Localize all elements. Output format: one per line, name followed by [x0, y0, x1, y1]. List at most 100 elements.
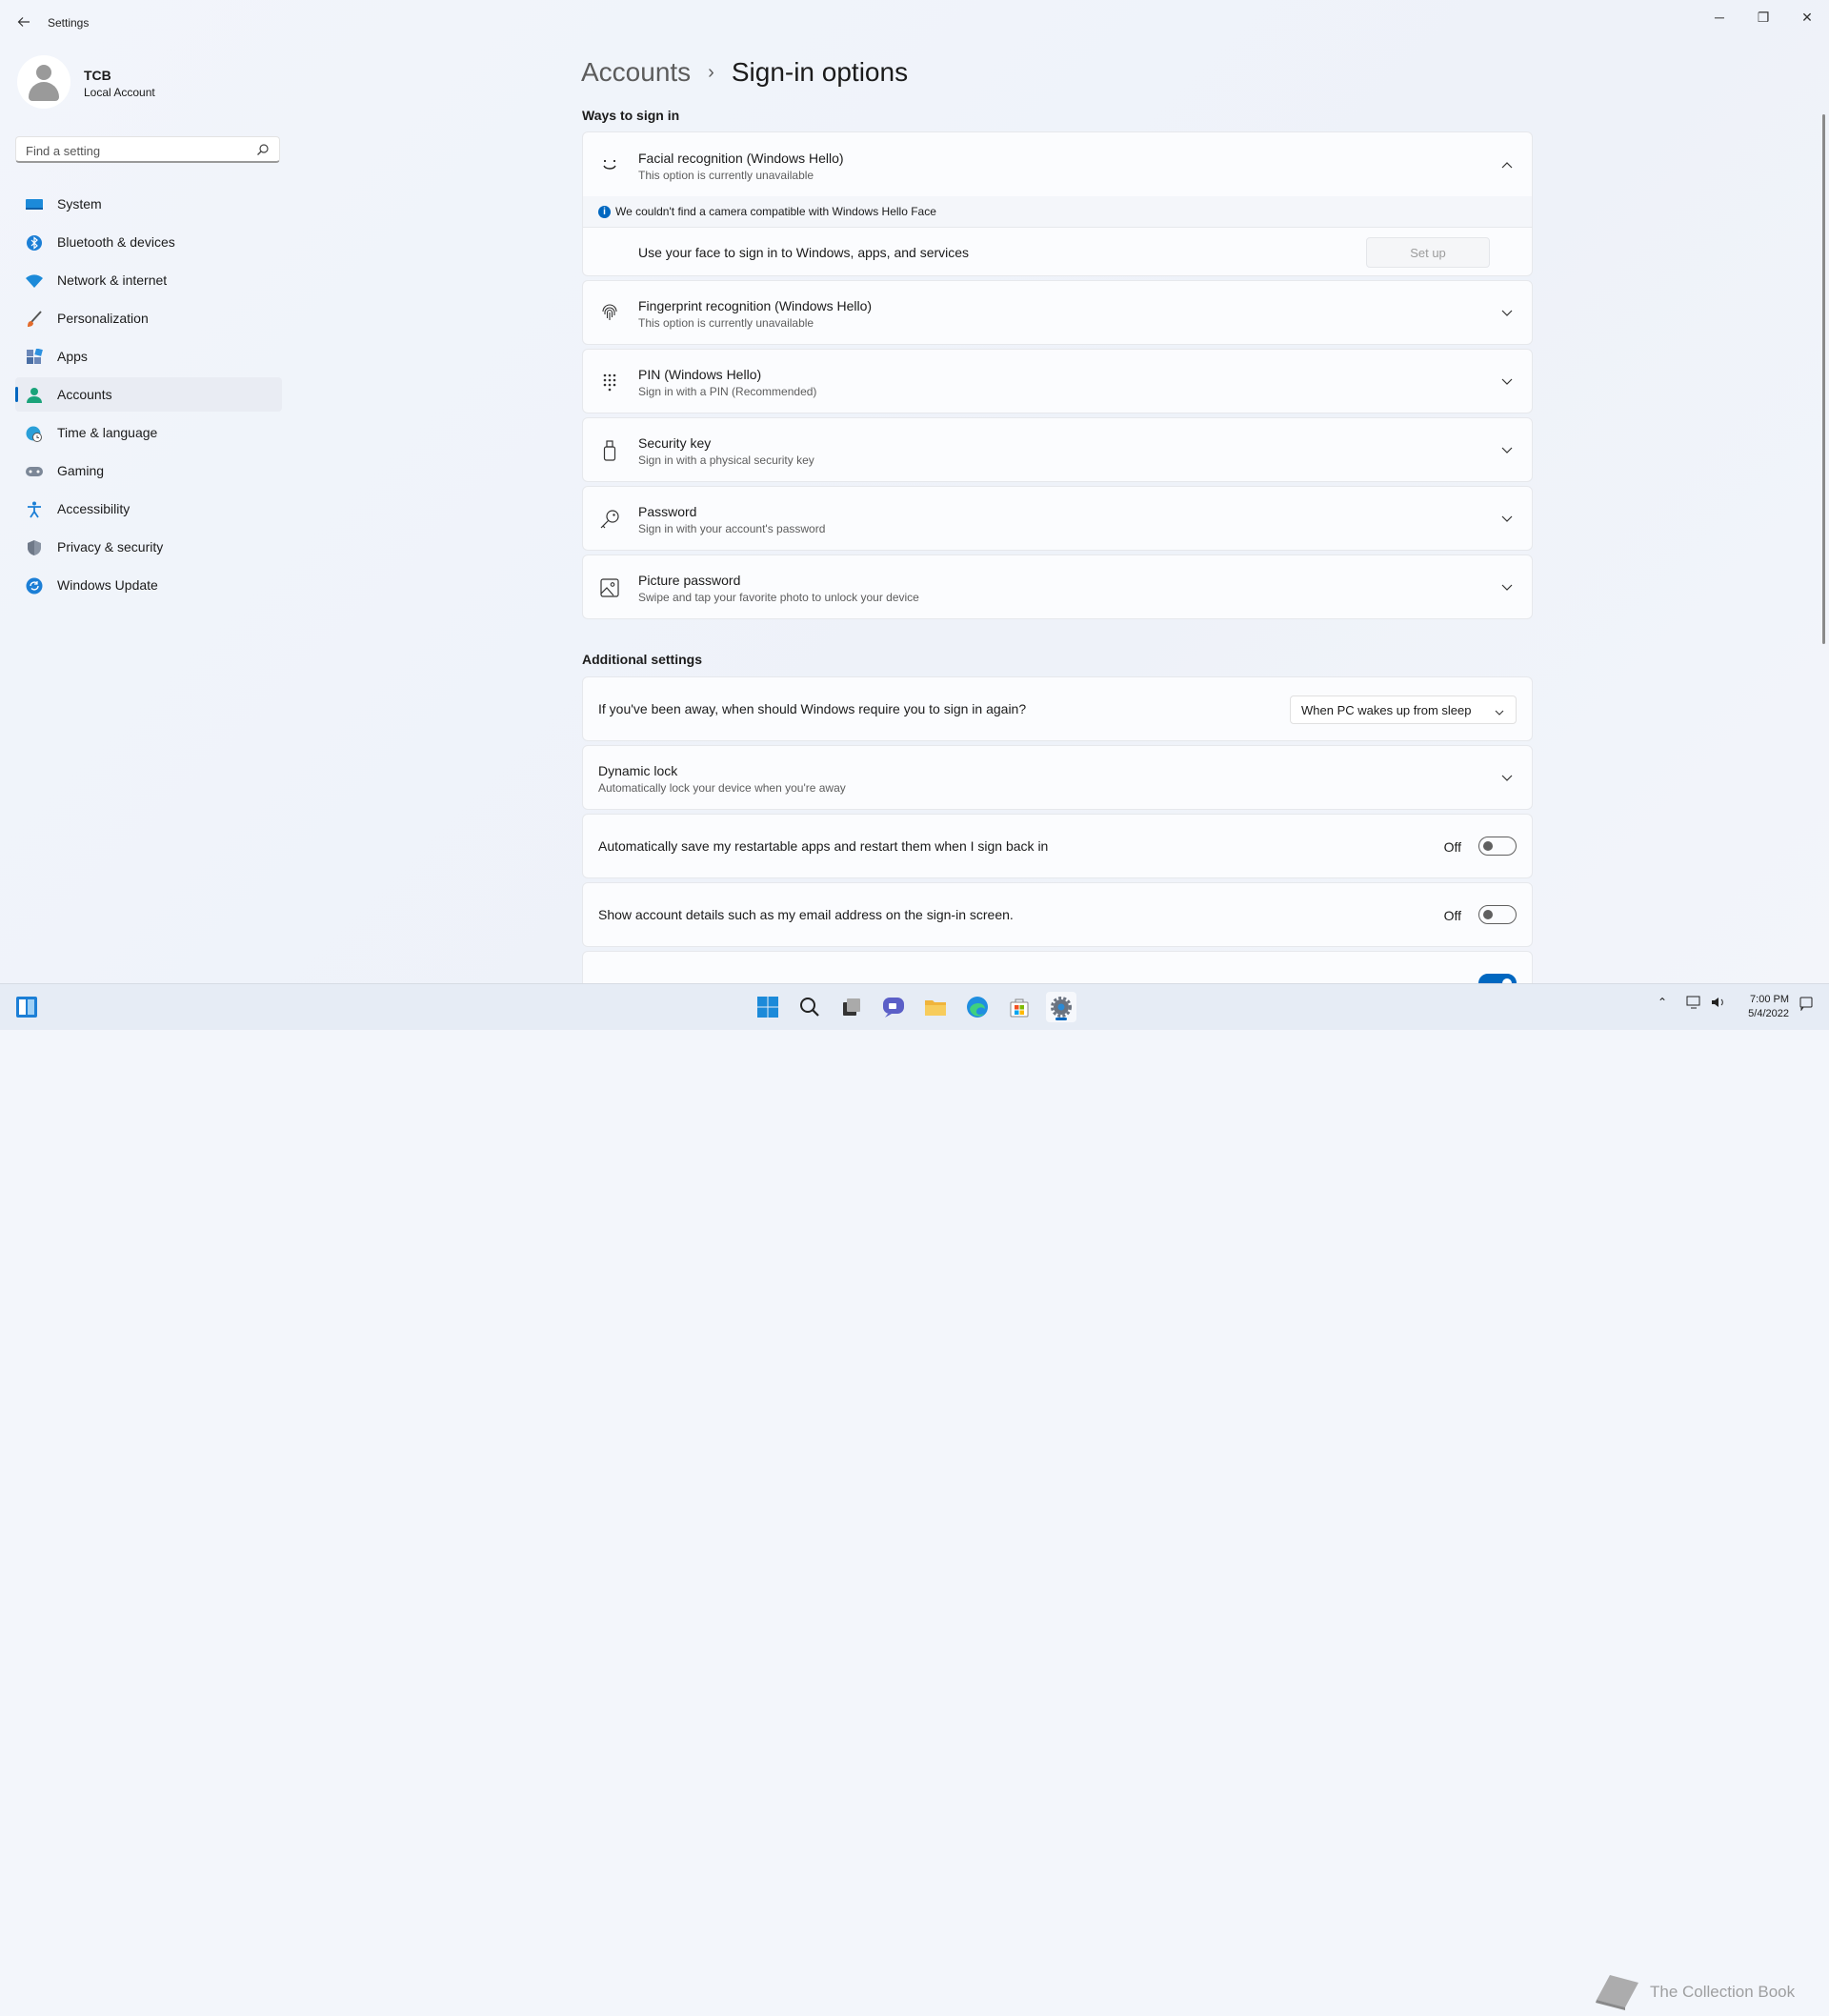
dynamic-lock-card[interactable]: Dynamic lock Automatically lock your dev…: [582, 745, 1533, 810]
chevron-down-icon: [1495, 704, 1504, 721]
start-button[interactable]: [753, 992, 783, 1022]
brush-icon: [25, 310, 44, 329]
chevron-down-icon[interactable]: [1499, 580, 1515, 595]
ways-to-sign-in-heading: Ways to sign in: [582, 108, 680, 123]
sidebar-item-label: Gaming: [57, 463, 105, 478]
setup-button[interactable]: Set up: [1366, 237, 1490, 268]
dynamic-lock-subtitle: Automatically lock your device when you'…: [598, 781, 846, 795]
system-icon: [25, 195, 44, 214]
volume-tray-icon[interactable]: [1711, 996, 1726, 1012]
fingerprint-title: Fingerprint recognition (Windows Hello): [638, 298, 873, 313]
edge-button[interactable]: [962, 992, 993, 1022]
watermark-text: The Collection Book: [1650, 1983, 1796, 2001]
minimize-button[interactable]: ─: [1698, 4, 1741, 30]
sidebar-item-system[interactable]: System: [15, 187, 282, 221]
chevron-down-icon[interactable]: [1499, 512, 1515, 527]
account-details-card: Show account details such as my email ad…: [582, 882, 1533, 947]
clock-time: 7:00 PM: [1750, 994, 1789, 1005]
require-signin-dropdown[interactable]: When PC wakes up from sleep: [1290, 696, 1517, 724]
search-icon: [800, 998, 819, 1017]
search-input[interactable]: [16, 137, 247, 164]
close-button[interactable]: ✕: [1785, 4, 1829, 30]
scrollbar[interactable]: [1822, 114, 1825, 644]
sidebar-item-bluetooth[interactable]: Bluetooth & devices: [15, 225, 282, 259]
settings-taskbar-button[interactable]: [1046, 992, 1076, 1022]
account-details-toggle[interactable]: [1478, 905, 1517, 924]
sidebar-item-privacy-security[interactable]: Privacy & security: [15, 530, 282, 564]
restart-apps-toggle[interactable]: [1478, 837, 1517, 856]
apps-icon: [25, 348, 44, 367]
sidebar-item-gaming[interactable]: Gaming: [15, 454, 282, 488]
sidebar-item-windows-update[interactable]: Windows Update: [15, 568, 282, 602]
search-box[interactable]: [15, 136, 280, 164]
account-details-toggle-group: Off: [1421, 905, 1517, 926]
camera-notice-text: We couldn't find a camera compatible wit…: [615, 205, 936, 218]
fingerprint-recognition-card[interactable]: Fingerprint recognition (Windows Hello) …: [582, 280, 1533, 345]
user-profile[interactable]: TCB Local Account: [17, 55, 284, 112]
dynamic-lock-title: Dynamic lock: [598, 763, 678, 778]
fingerprint-icon: [598, 302, 621, 325]
sidebar-item-accounts[interactable]: Accounts: [15, 377, 282, 412]
system-clock[interactable]: 7:00 PM 5/4/2022: [1748, 993, 1789, 1021]
facial-setup-description: Use your face to sign in to Windows, app…: [638, 245, 970, 260]
fingerprint-subtitle: This option is currently unavailable: [638, 316, 814, 330]
security-key-card[interactable]: Security key Sign in with a physical sec…: [582, 417, 1533, 482]
password-card[interactable]: Password Sign in with your account's pas…: [582, 486, 1533, 551]
picture-password-card[interactable]: Picture password Swipe and tap your favo…: [582, 554, 1533, 619]
sidebar-item-network[interactable]: Network & internet: [15, 263, 282, 297]
notification-icon[interactable]: [1799, 996, 1814, 1014]
breadcrumb: Accounts › Sign-in options: [581, 53, 908, 91]
chevron-down-icon[interactable]: [1499, 443, 1515, 458]
facial-setup-row: Use your face to sign in to Windows, app…: [582, 227, 1533, 276]
task-view-icon: [843, 998, 860, 1016]
partial-settings-card: [582, 951, 1533, 983]
account-type: Local Account: [84, 86, 155, 99]
sidebar-item-label: Windows Update: [57, 577, 158, 593]
picture-password-title: Picture password: [638, 573, 741, 588]
book-logo-icon: [1596, 1975, 1638, 2010]
sidebar-item-time-language[interactable]: Time & language: [15, 415, 282, 450]
sidebar-item-label: Network & internet: [57, 272, 168, 288]
network-tray-icon[interactable]: [1686, 996, 1701, 1012]
sidebar-item-label: Accounts: [57, 387, 112, 402]
clock-date: 5/4/2022: [1748, 1008, 1789, 1019]
sidebar-item-label: Bluetooth & devices: [57, 234, 175, 250]
accessibility-icon: [25, 500, 44, 519]
store-button[interactable]: [1004, 992, 1035, 1022]
tray-overflow-button[interactable]: ⌃: [1658, 996, 1667, 1009]
sidebar-item-label: Personalization: [57, 311, 149, 326]
partial-toggle[interactable]: [1478, 974, 1517, 983]
task-view-button[interactable]: [836, 992, 867, 1022]
security-key-title: Security key: [638, 435, 712, 451]
sidebar-item-personalization[interactable]: Personalization: [15, 301, 282, 335]
chevron-down-icon[interactable]: [1499, 374, 1515, 390]
page-title: Sign-in options: [731, 57, 909, 87]
picture-icon: [598, 576, 621, 599]
active-indicator: [1055, 1018, 1067, 1020]
bluetooth-icon: [25, 233, 44, 252]
maximize-button[interactable]: ❐: [1741, 4, 1785, 30]
widgets-button[interactable]: [11, 992, 42, 1022]
sidebar-item-apps[interactable]: Apps: [15, 339, 282, 373]
info-icon: i: [598, 206, 611, 218]
password-subtitle: Sign in with your account's password: [638, 522, 826, 535]
sidebar-item-accessibility[interactable]: Accessibility: [15, 492, 282, 526]
gear-icon: [1051, 997, 1072, 1018]
chat-button[interactable]: [878, 992, 909, 1022]
back-button[interactable]: [13, 11, 34, 32]
file-explorer-button[interactable]: [920, 992, 951, 1022]
chevron-up-icon[interactable]: [1499, 157, 1515, 172]
pin-subtitle: Sign in with a PIN (Recommended): [638, 385, 817, 398]
breadcrumb-parent[interactable]: Accounts: [581, 57, 691, 88]
face-icon: [598, 153, 621, 176]
sidebar-item-label: Time & language: [57, 425, 158, 440]
restart-apps-toggle-group: Off: [1421, 837, 1517, 857]
pin-card[interactable]: PIN (Windows Hello) Sign in with a PIN (…: [582, 349, 1533, 413]
chevron-down-icon[interactable]: [1499, 771, 1515, 786]
sidebar-item-label: Privacy & security: [57, 539, 164, 554]
require-signin-card: If you've been away, when should Windows…: [582, 676, 1533, 741]
chevron-down-icon[interactable]: [1499, 306, 1515, 321]
taskbar-search-button[interactable]: [794, 992, 825, 1022]
facial-recognition-card[interactable]: Facial recognition (Windows Hello) This …: [582, 131, 1533, 197]
title-bar: Settings ─ ❐ ✕: [0, 0, 1829, 46]
